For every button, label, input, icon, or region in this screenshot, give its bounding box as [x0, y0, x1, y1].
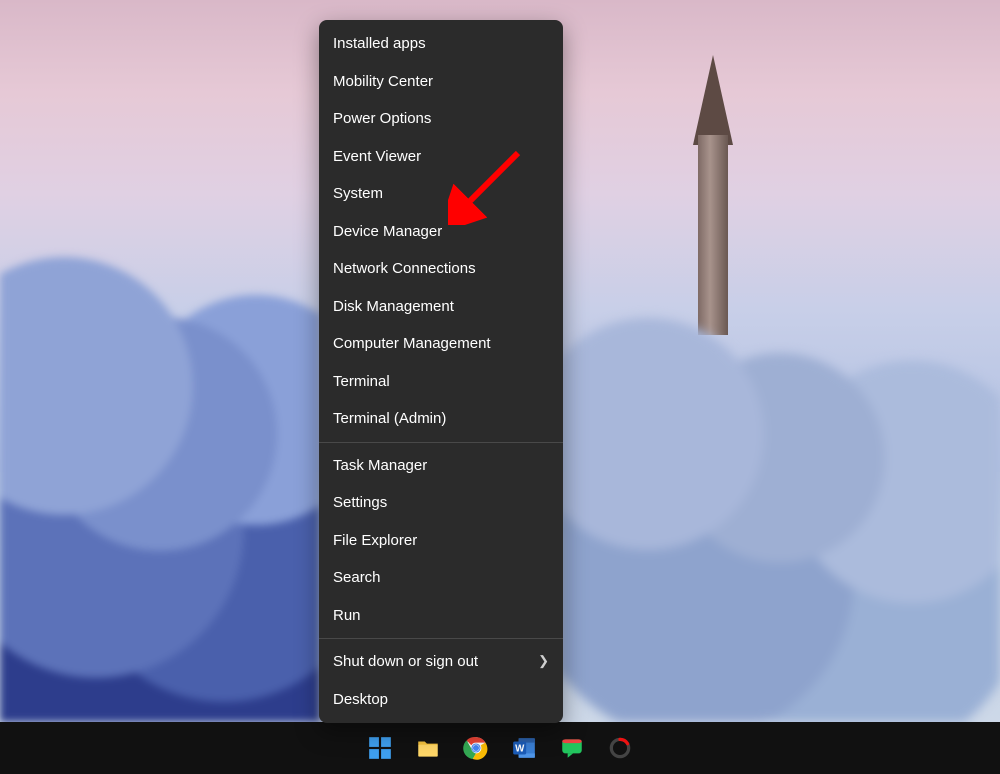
menu-item-label: Terminal: [333, 372, 390, 392]
wallpaper-trees-left: [0, 242, 320, 722]
taskbar-chat[interactable]: [553, 729, 591, 767]
chat-icon: [559, 735, 585, 761]
taskbar: W: [0, 722, 1000, 774]
menu-item-label: Shut down or sign out: [333, 652, 478, 672]
menu-item-label: Terminal (Admin): [333, 409, 446, 429]
menu-item-network-connections[interactable]: Network Connections: [319, 250, 563, 288]
chevron-right-icon: ❯: [538, 653, 549, 670]
menu-item-label: Desktop: [333, 690, 388, 710]
menu-item-label: Search: [333, 568, 381, 588]
menu-item-label: File Explorer: [333, 531, 417, 551]
folder-icon: [415, 735, 441, 761]
menu-item-label: System: [333, 184, 383, 204]
taskbar-chrome[interactable]: [457, 729, 495, 767]
menu-item-disk-management[interactable]: Disk Management: [319, 288, 563, 326]
menu-item-mobility-center[interactable]: Mobility Center: [319, 63, 563, 101]
menu-item-shutdown[interactable]: Shut down or sign out ❯: [319, 643, 563, 681]
menu-item-installed-apps[interactable]: Installed apps: [319, 25, 563, 63]
menu-item-label: Power Options: [333, 109, 431, 129]
menu-item-event-viewer[interactable]: Event Viewer: [319, 138, 563, 176]
taskbar-start-button[interactable]: [361, 729, 399, 767]
menu-item-computer-management[interactable]: Computer Management: [319, 325, 563, 363]
menu-item-terminal-admin[interactable]: Terminal (Admin): [319, 400, 563, 438]
chrome-icon: [463, 735, 489, 761]
menu-item-settings[interactable]: Settings: [319, 484, 563, 522]
ring-icon: [607, 735, 633, 761]
menu-item-search[interactable]: Search: [319, 559, 563, 597]
menu-item-label: Run: [333, 606, 361, 626]
menu-item-file-explorer[interactable]: File Explorer: [319, 522, 563, 560]
menu-item-task-manager[interactable]: Task Manager: [319, 447, 563, 485]
taskbar-app[interactable]: [601, 729, 639, 767]
wallpaper-trees-right: [560, 242, 1000, 722]
winx-context-menu: Installed apps Mobility Center Power Opt…: [319, 20, 563, 723]
menu-item-label: Mobility Center: [333, 72, 433, 92]
menu-separator: [319, 442, 563, 443]
word-icon: W: [511, 735, 537, 761]
menu-item-label: Settings: [333, 493, 387, 513]
menu-item-label: Network Connections: [333, 259, 476, 279]
menu-item-label: Disk Management: [333, 297, 454, 317]
menu-item-terminal[interactable]: Terminal: [319, 363, 563, 401]
menu-item-run[interactable]: Run: [319, 597, 563, 635]
menu-item-desktop[interactable]: Desktop: [319, 681, 563, 719]
menu-item-label: Task Manager: [333, 456, 427, 476]
menu-item-label: Event Viewer: [333, 147, 421, 167]
menu-item-power-options[interactable]: Power Options: [319, 100, 563, 138]
menu-item-label: Device Manager: [333, 222, 442, 242]
svg-text:W: W: [515, 743, 525, 754]
menu-item-device-manager[interactable]: Device Manager: [319, 213, 563, 251]
menu-item-label: Computer Management: [333, 334, 491, 354]
windows-icon: [367, 735, 393, 761]
menu-item-system[interactable]: System: [319, 175, 563, 213]
taskbar-file-explorer[interactable]: [409, 729, 447, 767]
taskbar-word[interactable]: W: [505, 729, 543, 767]
menu-separator: [319, 638, 563, 639]
menu-item-label: Installed apps: [333, 34, 426, 54]
